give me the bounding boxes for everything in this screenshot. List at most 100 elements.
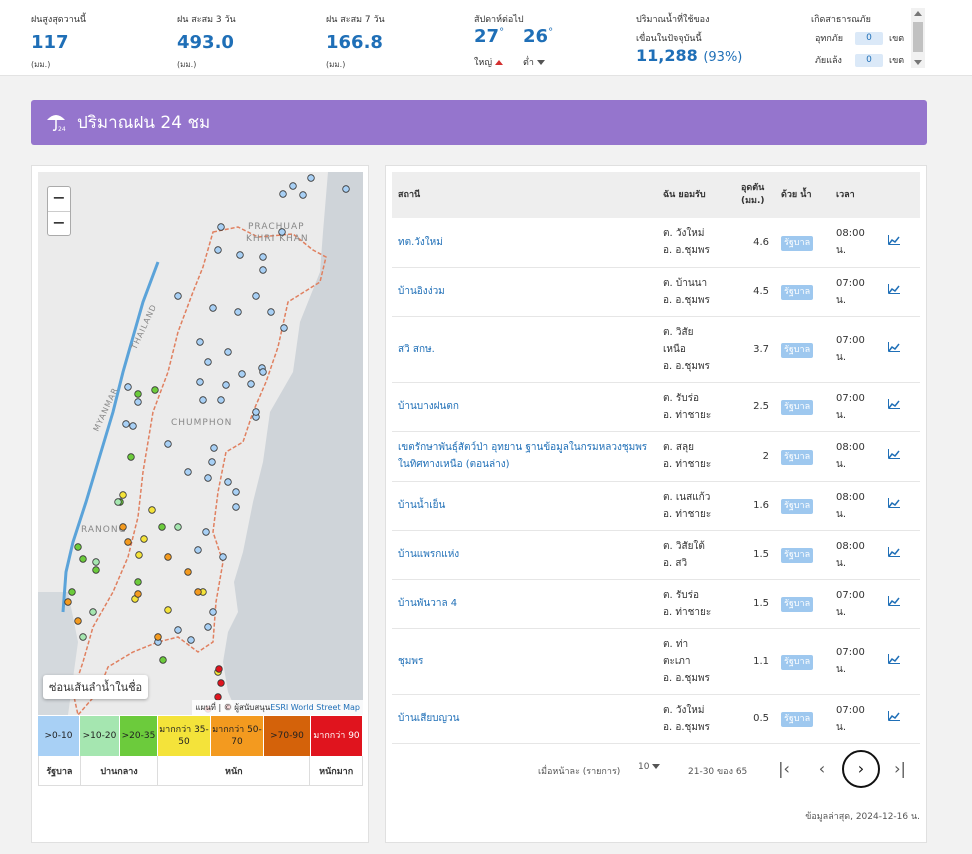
prev-page-button[interactable]: ‹ [808, 756, 836, 784]
station-marker[interactable] [280, 324, 288, 332]
station-marker[interactable] [307, 174, 315, 182]
station-marker[interactable] [187, 636, 195, 644]
station-marker[interactable] [222, 381, 230, 389]
station-marker[interactable] [208, 458, 216, 466]
station-marker[interactable] [92, 558, 100, 566]
station-marker[interactable] [74, 543, 82, 551]
line-chart-icon[interactable] [888, 234, 900, 245]
station-marker[interactable] [174, 292, 182, 300]
station-marker[interactable] [238, 370, 246, 378]
station-marker[interactable] [124, 383, 132, 391]
station-marker[interactable] [279, 190, 287, 198]
scroll-up-icon[interactable] [914, 11, 922, 16]
station-marker[interactable] [196, 378, 204, 386]
table-row[interactable]: บ้านน้ำเย็น ต. เนสแก้ว อ. ท่าชายะ 1.6 รัฐบาล… [392, 481, 920, 531]
station-marker[interactable] [68, 588, 76, 596]
station-marker[interactable] [158, 523, 166, 531]
graph-cell[interactable] [882, 628, 920, 695]
next-page-button[interactable]: › [842, 750, 880, 788]
graph-cell[interactable] [882, 530, 920, 580]
station-link[interactable]: บ้านแพรกแห่ง [392, 530, 657, 580]
station-marker[interactable] [234, 308, 242, 316]
station-link[interactable]: บ้านบางฝนตก [392, 382, 657, 432]
station-marker[interactable] [194, 546, 202, 554]
station-marker[interactable] [164, 553, 172, 561]
station-marker[interactable] [114, 498, 122, 506]
line-chart-icon[interactable] [888, 448, 900, 459]
line-chart-icon[interactable] [888, 711, 900, 721]
table-row[interactable]: บ้านเสียบญวน ต. วังใหม่ อ. อ.ชุมพร 0.5 รัฐบา… [392, 694, 920, 744]
station-marker[interactable] [64, 598, 72, 606]
station-marker[interactable] [140, 535, 148, 543]
graph-cell[interactable] [882, 579, 920, 629]
line-chart-icon[interactable] [888, 341, 900, 352]
col-rain[interactable]: อุดตัน (มม.) [735, 172, 775, 218]
table-row[interactable]: บ้านบางฝนตก ต. รับร่อ อ. ท่าชายะ 2.5 รัฐบาล 0… [392, 382, 920, 432]
rain-map[interactable]: PRACHUAP KHIRI KHAN CHUMPHON RANONG MYAN… [38, 172, 363, 715]
station-link[interactable]: ทต.วังใหม่ [392, 218, 657, 268]
col-station[interactable]: สถานี [392, 172, 657, 218]
table-row[interactable]: เขตรักษาพันธุ์สัตว์ป่า อุทยาน ฐานข้อมูลใ… [392, 431, 920, 482]
graph-cell[interactable] [882, 267, 920, 317]
station-marker[interactable] [148, 506, 156, 514]
station-marker[interactable] [224, 478, 232, 486]
station-link[interactable]: บ้านพันวาล 4 [392, 579, 657, 629]
zoom-in-button[interactable]: − [48, 187, 70, 211]
station-marker[interactable] [259, 368, 267, 376]
station-marker[interactable] [202, 528, 210, 536]
station-marker[interactable] [164, 440, 172, 448]
scroll-thumb[interactable] [913, 22, 923, 52]
station-marker[interactable] [159, 656, 167, 664]
graph-cell[interactable] [882, 382, 920, 432]
graph-cell[interactable] [882, 431, 920, 482]
station-marker[interactable] [215, 665, 223, 673]
station-marker[interactable] [134, 590, 142, 598]
station-marker[interactable] [164, 606, 172, 614]
station-marker[interactable] [204, 474, 212, 482]
station-marker[interactable] [236, 251, 244, 259]
station-marker[interactable] [174, 626, 182, 634]
graph-cell[interactable] [882, 481, 920, 531]
station-marker[interactable] [259, 266, 267, 274]
line-chart-icon[interactable] [888, 547, 900, 557]
col-agency[interactable]: ด้วย น้ำ [775, 172, 830, 218]
station-marker[interactable] [224, 348, 232, 356]
station-marker[interactable] [194, 588, 202, 596]
map-canvas[interactable]: PRACHUAP KHIRI KHAN CHUMPHON RANONG MYAN… [38, 172, 363, 715]
station-marker[interactable] [209, 608, 217, 616]
station-marker[interactable] [184, 568, 192, 576]
esri-link[interactable]: ESRI World Street Map [270, 703, 360, 712]
station-marker[interactable] [127, 453, 135, 461]
station-marker[interactable] [154, 633, 162, 641]
toggle-river-button[interactable]: ซ่อนเส้นลำน้ำในชื่อ [43, 675, 149, 699]
table-row[interactable]: ทต.วังใหม่ ต. วังใหม่ อ. อ.ชุมพร 4.6 รัฐบาล 0… [392, 218, 920, 268]
station-marker[interactable] [278, 228, 286, 236]
station-marker[interactable] [232, 488, 240, 496]
table-row[interactable]: บ้านแพรกแห่ง ต. วิสัยใต้ อ. สวิ 1.5 รัฐบาล 08… [392, 530, 920, 580]
graph-cell[interactable] [882, 218, 920, 268]
station-marker[interactable] [92, 566, 100, 574]
last-page-button[interactable]: ›| [886, 756, 914, 784]
station-marker[interactable] [219, 553, 227, 561]
scroll-down-icon[interactable] [914, 60, 922, 65]
station-marker[interactable] [209, 304, 217, 312]
station-marker[interactable] [122, 420, 130, 428]
station-link[interactable]: บ้านน้ำเย็น [392, 481, 657, 531]
station-marker[interactable] [135, 551, 143, 559]
graph-cell[interactable] [882, 694, 920, 744]
station-link[interactable]: ชุมพร [392, 628, 657, 695]
station-marker[interactable] [79, 633, 87, 641]
station-marker[interactable] [252, 408, 260, 416]
station-marker[interactable] [134, 578, 142, 586]
station-marker[interactable] [134, 390, 142, 398]
station-marker[interactable] [199, 396, 207, 404]
station-marker[interactable] [259, 253, 267, 261]
station-marker[interactable] [174, 523, 182, 531]
col-location[interactable]: ฉัน ยอมรับ [657, 172, 735, 218]
station-marker[interactable] [134, 398, 142, 406]
station-marker[interactable] [204, 623, 212, 631]
first-page-button[interactable]: |‹ [770, 756, 798, 784]
station-marker[interactable] [79, 555, 87, 563]
station-marker[interactable] [74, 617, 82, 625]
col-time[interactable]: เวลา [830, 172, 882, 218]
